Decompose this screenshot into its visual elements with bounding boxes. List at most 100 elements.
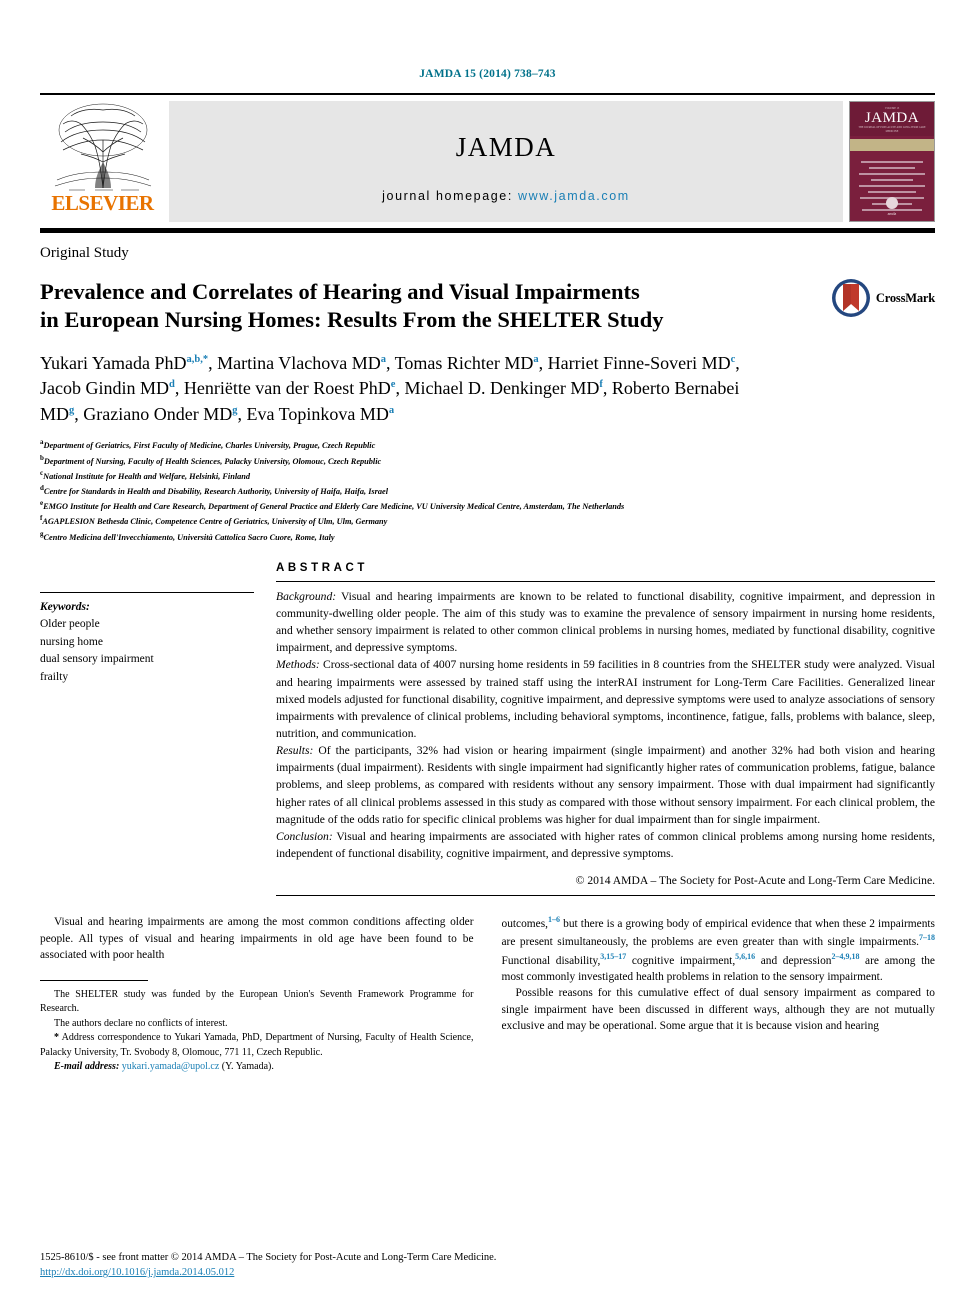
body-columns: Visual and hearing impairments are among… — [0, 914, 975, 1075]
crossmark-badge[interactable]: CrossMark — [831, 278, 935, 318]
article-header: CrossMark Original Study Prevalence and … — [0, 245, 975, 544]
author-affiliation-mark: a — [533, 353, 539, 365]
title-line-1: Prevalence and Correlates of Hearing and… — [40, 279, 640, 304]
cover-line — [867, 190, 917, 193]
author-affiliation-mark: a — [380, 353, 386, 365]
article-page: JAMDA 15 (2014) 738–743 ELSEVIER JAMDA j… — [0, 0, 975, 1305]
abstract-conclusion: Conclusion: Visual and hearing impairmen… — [276, 828, 935, 862]
elsevier-logo: ELSEVIER — [40, 95, 165, 228]
journal-title: JAMDA — [455, 132, 557, 162]
cover-top: VOLUME 15 JAMDA THE JOURNAL OF POST-ACUT… — [850, 102, 934, 136]
cover-line — [869, 166, 915, 169]
cover-line — [858, 184, 926, 187]
abstract-results-label: Results: — [276, 744, 314, 758]
body-text: and depression — [755, 954, 832, 967]
affiliation-item: gCentro Medicina dell'Invecchiamento, Un… — [40, 529, 335, 542]
author-affiliation-mark: a — [388, 404, 395, 416]
page-title: Prevalence and Correlates of Hearing and… — [40, 278, 740, 335]
homepage-label: journal homepage: — [382, 189, 513, 203]
affiliation-item: cNational Institute for Health and Welfa… — [40, 468, 251, 481]
abstract-block: Keywords: Older people nursing home dual se… — [0, 562, 975, 897]
running-head: JAMDA 15 (2014) 738–743 — [419, 68, 556, 80]
doi-link[interactable]: http://dx.doi.org/10.1016/j.jamda.2014.0… — [40, 1267, 234, 1278]
title-line-2: in European Nursing Homes: Results From … — [40, 307, 664, 333]
affiliation-item: dCentre for Standards in Health and Disa… — [40, 483, 389, 496]
abstract-background: Background: Visual and hearing impairmen… — [276, 588, 935, 657]
affiliation-item: fAGAPLESION Bethesda Clinic, Competence … — [40, 514, 388, 527]
author-list: Yukari Yamada PhDa,b,*, Martina Vlachova… — [40, 352, 740, 424]
keyword-item[interactable]: frailty — [40, 669, 254, 686]
affiliation-mark: a — [40, 438, 44, 447]
abstract-methods-text: Cross-sectional data of 4007 nursing hom… — [276, 658, 935, 740]
body-text: Functional disability, — [501, 954, 601, 967]
cover-line — [859, 172, 925, 175]
citation-ref[interactable]: 5,6,16 — [735, 952, 755, 961]
author-affiliation-mark: c — [730, 353, 736, 365]
cover-band — [850, 138, 934, 151]
author-name: Martina Vlachova MD — [217, 352, 381, 373]
issn-line: 1525-8610/$ - see front matter © 2014 AM… — [40, 1251, 497, 1263]
body-text: outcomes, — [501, 918, 549, 931]
abstract-heading: ABSTRACT — [276, 561, 369, 574]
section-type: Original Study — [40, 245, 129, 261]
abstract-copyright: © 2014 AMDA – The Society for Post-Acute… — [575, 874, 935, 888]
author-affiliation-mark: g — [232, 404, 238, 416]
author-name: Tomas Richter MD — [394, 352, 534, 373]
citation-ref[interactable]: 3,15–17 — [600, 952, 626, 961]
footnote-email: E-mail address: yukari.yamada@upol.cz (Y… — [40, 1060, 474, 1075]
author-name: Jacob Gindin MD — [40, 378, 169, 399]
abstract-body: Background: Visual and hearing impairmen… — [276, 588, 935, 863]
abstract-results: Results: Of the participants, 32% had vi… — [276, 742, 935, 828]
affiliation-mark: e — [40, 499, 44, 508]
body-paragraph: Visual and hearing impairments are among… — [40, 916, 474, 962]
page-footer: 1525-8610/$ - see front matter © 2014 AM… — [40, 1250, 496, 1282]
abstract-methods: Methods: Cross-sectional data of 4007 nu… — [276, 656, 935, 742]
keywords-list: Keywords: Older people nursing home dual se… — [40, 599, 254, 686]
footnote-conflicts: The authors declare no conflicts of inte… — [54, 1017, 228, 1029]
keywords-rule — [40, 591, 254, 593]
affiliation-list: aDepartment of Geriatrics, First Faculty… — [40, 437, 935, 543]
footnotes: The SHELTER study was funded by the Euro… — [40, 988, 474, 1076]
citation-ref[interactable]: 7–18 — [919, 933, 935, 942]
keywords-column: Keywords: Older people nursing home dual se… — [40, 562, 276, 897]
body-column-left: Visual and hearing impairments are among… — [40, 914, 474, 1075]
keyword-item[interactable]: nursing home — [40, 634, 254, 651]
body-paragraph: Possible reasons for this cumulative eff… — [501, 987, 936, 1033]
email-label: E-mail address: — [54, 1061, 120, 1073]
crossmark-label: CrossMark — [875, 290, 935, 305]
cover-footer-label: amda — [887, 211, 897, 216]
keyword-item[interactable]: dual sensory impairment — [40, 651, 254, 668]
citation-ref[interactable]: 1–6 — [548, 915, 560, 924]
correspondence-text: Address correspondence to Yukari Yamada,… — [40, 1032, 474, 1058]
email-link[interactable]: yukari.yamada@upol.cz — [122, 1061, 220, 1072]
affiliation-mark: c — [40, 468, 44, 477]
footnote-correspondence: * Address correspondence to Yukari Yamad… — [40, 1031, 474, 1060]
cover-title: JAMDA — [864, 109, 920, 126]
abstract-background-label: Background: — [276, 589, 337, 603]
author-name: Michael D. Denkinger MD — [404, 378, 600, 399]
abstract-column: ABSTRACT Background: Visual and hearing … — [276, 562, 935, 897]
keyword-item[interactable]: Older people — [40, 616, 254, 633]
body-text: cognitive impairment, — [626, 954, 736, 967]
citation-ref[interactable]: 2–4,9,18 — [831, 952, 859, 961]
abstract-bottom-rule — [276, 895, 935, 897]
footnote-funding: The SHELTER study was funded by the Euro… — [40, 988, 474, 1015]
author-name: Graziano Onder MD — [83, 403, 233, 424]
email-suffix: (Y. Yamada). — [219, 1061, 274, 1073]
body-paragraph: outcomes,1–6 but there is a growing body… — [502, 914, 936, 985]
affiliation-mark: b — [40, 453, 44, 462]
masthead-bottom-rule — [40, 230, 935, 233]
cover-line — [860, 160, 924, 163]
body-text: but there is a growing body of empirical… — [501, 918, 936, 949]
author-affiliation-mark: g — [69, 404, 75, 416]
author-affiliation-mark: e — [390, 379, 396, 391]
homepage-link[interactable]: www.jamda.com — [518, 189, 630, 203]
journal-masthead: ELSEVIER JAMDA journal homepage: www.jam… — [40, 93, 935, 230]
affiliation-mark: f — [40, 514, 43, 523]
journal-homepage: journal homepage: www.jamda.com — [382, 189, 630, 203]
affiliation-item: aDepartment of Geriatrics, First Faculty… — [40, 438, 376, 451]
cover-subtitle: THE JOURNAL OF POST-ACUTE AND LONG-TERM … — [858, 125, 926, 133]
affiliation-mark: d — [40, 483, 44, 492]
abstract-methods-label: Methods: — [276, 658, 320, 672]
cover-line — [870, 178, 914, 181]
